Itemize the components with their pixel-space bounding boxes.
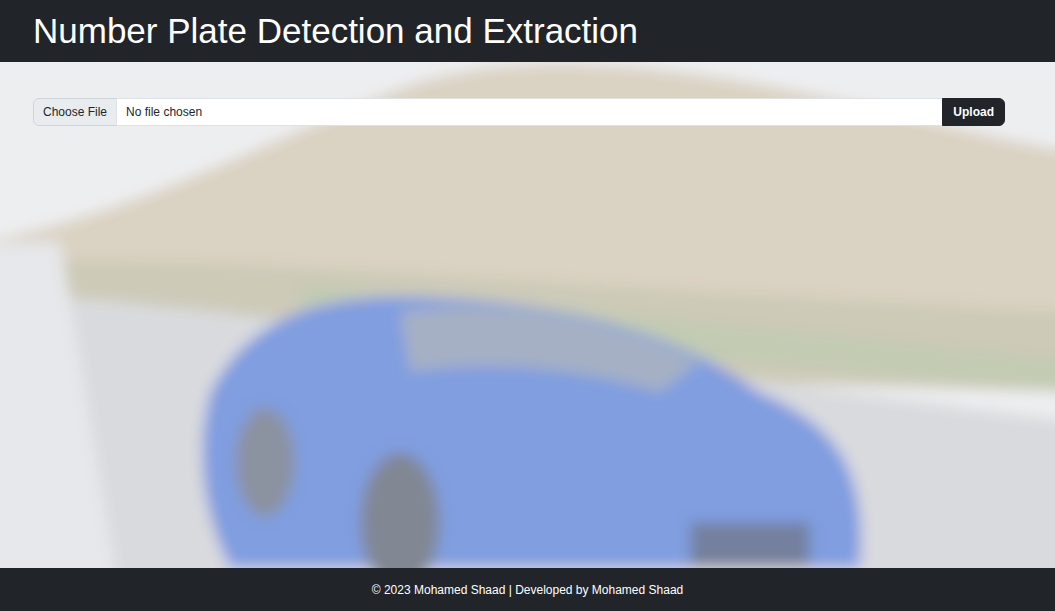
upload-button[interactable]: Upload — [942, 98, 1005, 126]
upload-form: Choose File No file chosen Upload — [33, 98, 1005, 126]
page-footer: © 2023 Mohamed Shaad | Developed by Moha… — [0, 568, 1055, 611]
page-title: Number Plate Detection and Extraction — [33, 11, 638, 51]
footer-text: © 2023 Mohamed Shaad | Developed by Moha… — [372, 581, 684, 599]
file-status[interactable]: No file chosen — [116, 98, 943, 126]
page-header: Number Plate Detection and Extraction — [0, 0, 1055, 62]
main-area: Choose File No file chosen Upload — [0, 62, 1055, 568]
choose-file-button[interactable]: Choose File — [33, 98, 117, 126]
background-photo — [0, 62, 1055, 568]
